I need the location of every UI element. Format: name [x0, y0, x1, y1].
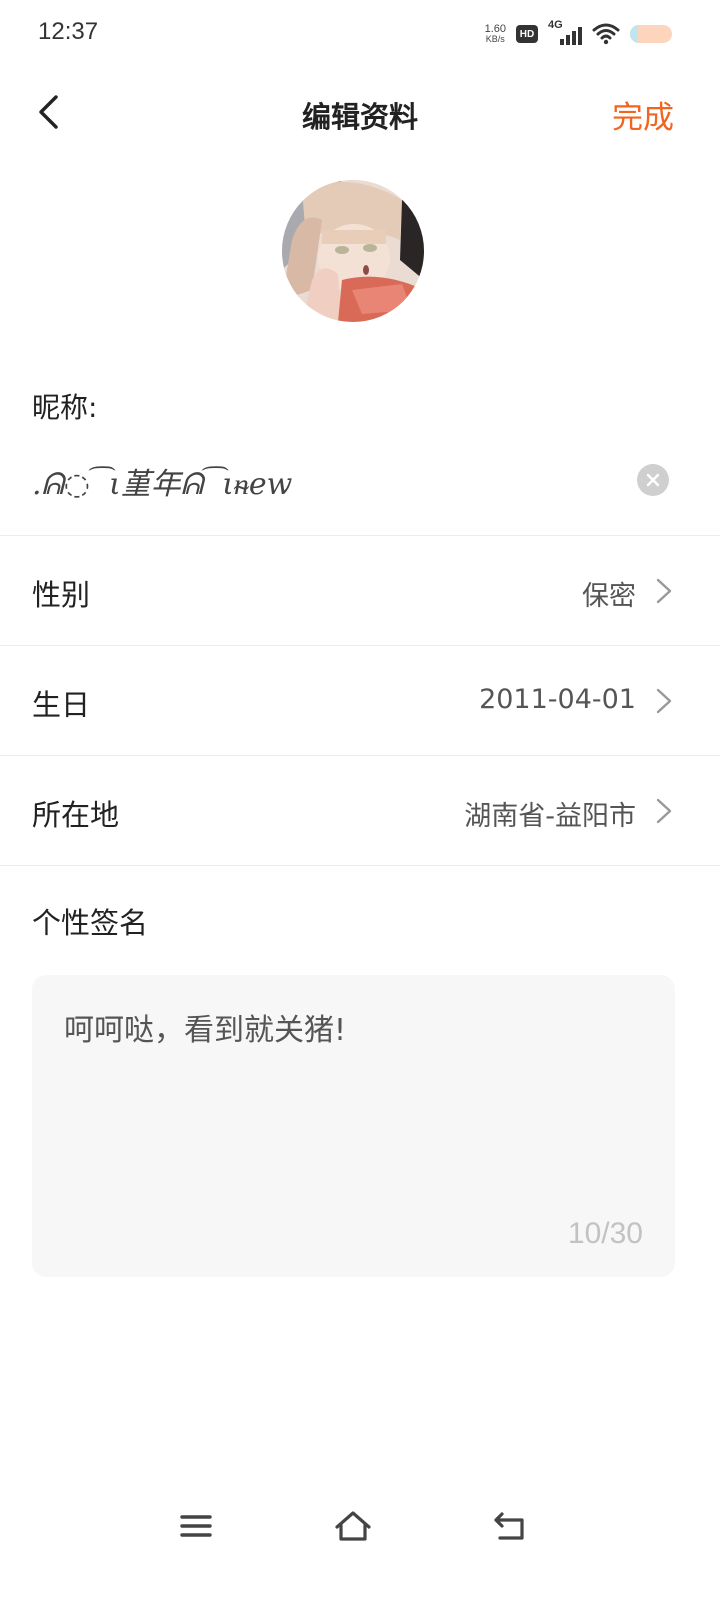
chevron-right-icon [656, 798, 672, 824]
avatar[interactable] [282, 180, 424, 322]
header: 编辑资料 完成 [0, 70, 720, 154]
network-speed-unit: KB/s [485, 34, 505, 44]
network-speed: 1.60 KB/s [484, 23, 506, 45]
hd-badge-icon: HD [516, 25, 538, 43]
chevron-right-icon [656, 688, 672, 714]
signature-box[interactable]: 呵呵哒，看到就关猪! 10/30 [32, 975, 675, 1277]
row-label: 生日 [32, 688, 91, 722]
status-icons: 1.60 KB/s HD 4G [484, 19, 672, 48]
row-value: 湖南省-益阳市 [464, 801, 636, 832]
row-birthday[interactable]: 生日 2011-04-01 [0, 646, 720, 754]
close-icon [646, 473, 660, 487]
avatar-image [282, 180, 424, 322]
done-button[interactable]: 完成 [612, 92, 674, 137]
menu-icon [180, 1515, 212, 1537]
nickname-label: 昵称: [32, 391, 98, 424]
row-label: 性别 [32, 578, 91, 612]
status-time: 12:37 [38, 18, 99, 45]
row-gender[interactable]: 性别 保密 [0, 536, 720, 644]
battery-icon [630, 25, 672, 43]
system-nav-bar [0, 1490, 720, 1570]
nav-home-button[interactable] [329, 1506, 377, 1546]
status-bar: 12:37 1.60 KB/s HD 4G [0, 0, 720, 68]
nav-back-button[interactable] [486, 1506, 534, 1546]
row-value: 保密 [582, 581, 636, 612]
back-icon [494, 1512, 524, 1540]
home-icon [335, 1511, 371, 1541]
clear-nickname-button[interactable] [637, 464, 669, 496]
chevron-right-icon [656, 578, 672, 604]
signature-counter: 10/30 [567, 1217, 643, 1250]
row-value: 2011-04-01 [479, 684, 636, 715]
nav-menu-button[interactable] [172, 1506, 220, 1546]
divider [0, 865, 720, 866]
row-label: 所在地 [32, 798, 120, 832]
nickname-input[interactable] [32, 455, 622, 507]
signature-label: 个性签名 [32, 906, 149, 940]
signature-input[interactable]: 呵呵哒，看到就关猪! [64, 1005, 644, 1049]
wifi-icon [592, 23, 620, 45]
row-location[interactable]: 所在地 湖南省-益阳市 [0, 756, 720, 864]
cellular-signal-icon: 4G [548, 19, 582, 47]
network-speed-value: 1.60 [484, 23, 506, 35]
